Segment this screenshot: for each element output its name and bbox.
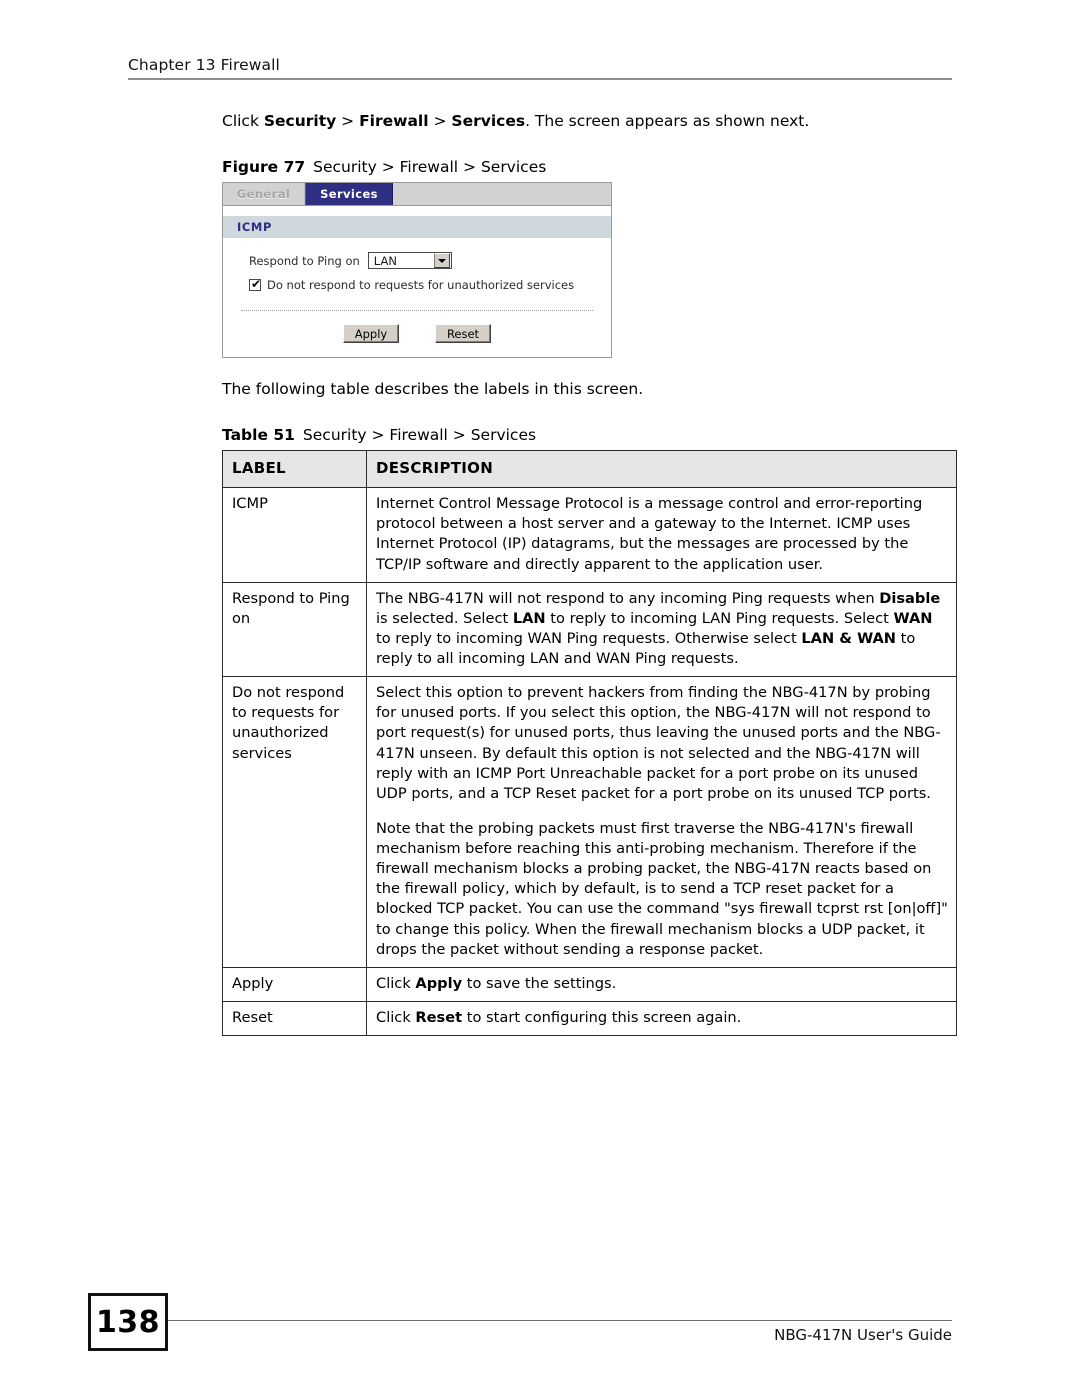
cell-label: Respond to Ping on <box>222 581 367 678</box>
unauthorized-services-row[interactable]: ✔ Do not respond to requests for unautho… <box>223 269 611 292</box>
tab-bar-filler <box>393 183 611 206</box>
table-row: Reset Click Reset to start configuring th… <box>222 1000 957 1037</box>
column-header-label: LABEL <box>222 450 367 489</box>
footer-rule <box>168 1320 952 1321</box>
table-caption: Table 51 Security > Firewall > Services <box>222 426 956 444</box>
table-row: Do not respond to requests for unauthori… <box>222 676 957 968</box>
respond-to-ping-select[interactable]: LAN <box>367 252 452 270</box>
icmp-section-bar: ICMP <box>223 216 611 239</box>
table-row: ICMP Internet Control Message Protocol is… <box>222 487 957 583</box>
respond-to-ping-value: LAN <box>373 253 397 268</box>
page-number-box: 138 <box>88 1293 168 1351</box>
respond-to-ping-label: Respond to Ping on <box>249 253 360 268</box>
figure-caption-text: Security > Firewall > Services <box>313 158 547 177</box>
table-row: Respond to Ping on The NBG-417N will not … <box>222 581 957 678</box>
chevron-down-icon[interactable] <box>433 253 450 269</box>
chapter-title: Chapter 13 Firewall <box>128 56 280 74</box>
gui-panel-body: ICMP Respond to Ping on LAN ✔ Do not res… <box>223 206 611 358</box>
description-paragraph: The NBG-417N will not respond to any inc… <box>376 589 941 668</box>
cell-description: The NBG-417N will not respond to any inc… <box>366 581 957 678</box>
table-header-row: LABEL DESCRIPTION <box>222 450 957 489</box>
cell-description: Click Apply to save the settings. <box>366 966 957 1002</box>
figure-caption-label: Figure 77 <box>222 158 306 177</box>
labels-description-table: LABEL DESCRIPTION ICMP Internet Control M… <box>222 450 957 1037</box>
tab-services[interactable]: Services <box>305 183 393 206</box>
cell-label: Reset <box>222 1000 367 1037</box>
cell-label: Apply <box>222 966 367 1002</box>
router-gui-screenshot: General Services ICMP Respond to Ping on… <box>222 182 612 359</box>
apply-button[interactable]: Apply <box>343 324 399 344</box>
breadcrumb-sep-1: > <box>336 112 360 130</box>
reset-button[interactable]: Reset <box>435 324 491 344</box>
table-body: ICMP Internet Control Message Protocol is… <box>222 487 957 1037</box>
running-header: Chapter 13 Firewall <box>128 56 952 80</box>
page-number: 138 <box>95 1304 161 1340</box>
description-paragraph: Click Reset to start configuring this sc… <box>376 1008 742 1026</box>
description-paragraph: Internet Control Message Protocol is a m… <box>376 495 923 573</box>
intro-suffix: . The screen appears as shown next. <box>525 112 810 130</box>
cell-label: ICMP <box>222 487 367 583</box>
description-paragraph: Note that the probing packets must first… <box>376 819 948 958</box>
breadcrumb-services: Services <box>451 112 526 130</box>
unauthorized-services-checkbox[interactable]: ✔ <box>249 277 262 292</box>
figure-caption: Figure 77 Security > Firewall > Services <box>222 158 956 176</box>
respond-to-ping-row: Respond to Ping on LAN <box>223 238 611 270</box>
tab-general[interactable]: General <box>223 183 305 206</box>
column-header-description: DESCRIPTION <box>366 450 957 489</box>
follow-paragraph: The following table describes the labels… <box>222 380 644 399</box>
gui-button-row: Apply Reset <box>223 311 611 344</box>
table-caption-text: Security > Firewall > Services <box>302 426 537 445</box>
caret-shape <box>437 258 446 263</box>
breadcrumb-firewall: Firewall <box>359 112 429 130</box>
cell-description: Click Reset to start configuring this sc… <box>366 1000 957 1037</box>
header-rule <box>128 78 952 80</box>
description-paragraph: Click Apply to save the settings. <box>376 974 617 992</box>
unauthorized-services-label: Do not respond to requests for unauthori… <box>267 278 575 293</box>
table-row: Apply Click Apply to save the settings. <box>222 966 957 1002</box>
page-footer: 138 NBG-417N User's Guide <box>88 1293 952 1355</box>
cell-label: Do not respond to requests for unauthori… <box>222 676 367 968</box>
intro-paragraph: Click Security > Firewall > Services. Th… <box>222 110 956 132</box>
gui-tab-bar: General Services <box>223 183 611 207</box>
cell-description: Select this option to prevent hackers fr… <box>366 676 957 968</box>
page-content: Click Security > Firewall > Services. Th… <box>222 110 957 1037</box>
description-paragraph: Select this option to prevent hackers fr… <box>376 684 941 802</box>
gui-top-spacer <box>223 206 611 216</box>
breadcrumb-sep-2: > <box>428 112 452 130</box>
breadcrumb-security: Security <box>263 112 337 130</box>
icmp-section-title: ICMP <box>237 220 272 235</box>
cell-description: Internet Control Message Protocol is a m… <box>366 487 957 583</box>
checkmark-icon: ✔ <box>251 277 262 292</box>
guide-title: NBG-417N User's Guide <box>774 1326 952 1344</box>
intro-prefix: Click <box>222 112 264 130</box>
table-caption-label: Table 51 <box>222 426 295 445</box>
